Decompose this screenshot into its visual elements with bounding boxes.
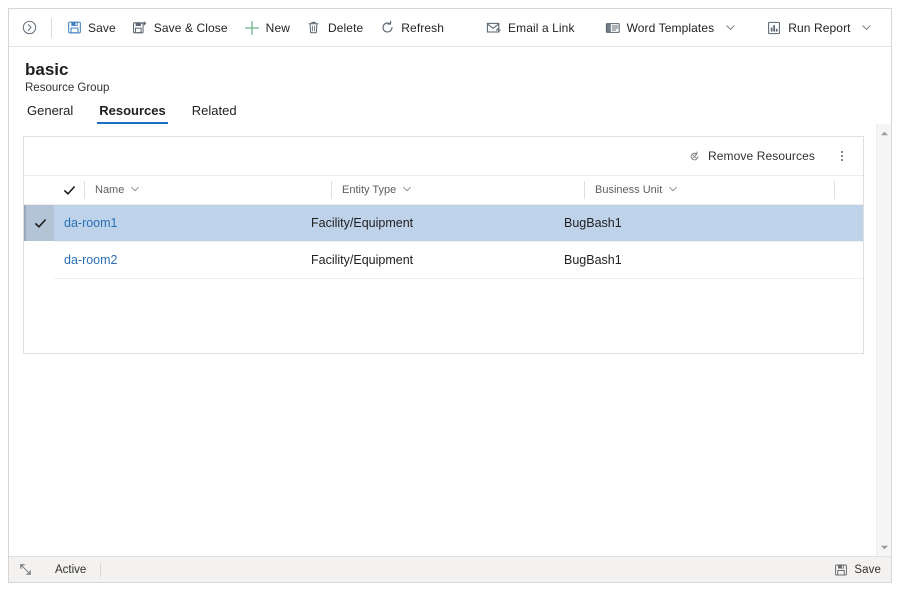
chevron-down-icon[interactable]: [402, 184, 412, 197]
refresh-button[interactable]: Refresh: [371, 13, 452, 43]
remove-resources-button-label: Remove Resources: [708, 149, 815, 163]
new-button-label: New: [265, 20, 290, 35]
subgrid-command-bar: Remove Resources: [24, 137, 863, 175]
column-header-business-unit[interactable]: Business Unit: [584, 181, 834, 199]
run-report-button[interactable]: Run Report: [758, 13, 880, 43]
status-bar-save-label: Save: [854, 563, 881, 576]
scroll-down-arrow-icon[interactable]: [877, 541, 892, 553]
status-badge: Active: [55, 562, 102, 577]
form-body: Remove Resources Name Entity Type Busine…: [9, 124, 891, 556]
checkmark-icon: [63, 185, 75, 195]
back-circle-button[interactable]: [15, 13, 43, 43]
tab-resources[interactable]: Resources: [97, 103, 169, 124]
tab-strip: General Resources Related: [9, 94, 891, 124]
form-content-area: Remove Resources Name Entity Type Busine…: [9, 124, 876, 556]
grid-rows: da-room1 Facility/Equipment BugBash1 da-…: [24, 205, 863, 353]
column-header-business-unit-label: Business Unit: [595, 184, 663, 196]
select-all-checkbox[interactable]: [54, 184, 84, 197]
subgrid-overflow-button[interactable]: [829, 142, 855, 170]
scroll-up-arrow-icon[interactable]: [877, 127, 892, 139]
tab-related[interactable]: Related: [190, 103, 239, 124]
record-header: basic Resource Group: [9, 47, 891, 94]
word-templates-button-label: Word Templates: [626, 20, 715, 35]
run-report-button-label: Run Report: [788, 20, 851, 35]
row-checkbox[interactable]: [24, 205, 54, 241]
new-button[interactable]: New: [236, 13, 298, 43]
checkmark-icon: [34, 218, 46, 228]
email-link-icon: [486, 20, 502, 36]
back-circle-icon: [21, 20, 37, 36]
cell-entity-type: Facility/Equipment: [311, 216, 414, 230]
trash-icon: [306, 20, 322, 36]
command-bar-divider: [51, 17, 52, 38]
resize-grip-icon[interactable]: [17, 562, 33, 578]
cell-name-link[interactable]: da-room1: [54, 216, 301, 230]
table-row[interactable]: da-room2 Facility/Equipment BugBash1: [24, 242, 863, 278]
page-title: basic: [25, 60, 69, 79]
run-report-icon: [766, 20, 782, 36]
column-header-name-label: Name: [95, 184, 125, 196]
plus-icon: [244, 20, 260, 36]
row-divider: [54, 278, 863, 279]
chevron-down-icon[interactable]: [668, 184, 678, 197]
remove-resources-button[interactable]: Remove Resources: [678, 142, 823, 170]
save-and-close-button-label: Save & Close: [153, 20, 228, 35]
save-floppy-icon: [833, 562, 849, 578]
save-button-label: Save: [88, 20, 116, 35]
status-bar: Active Save: [9, 556, 891, 582]
delete-button-label: Delete: [327, 20, 364, 35]
vertical-scrollbar[interactable]: [876, 124, 891, 556]
chevron-down-icon[interactable]: [861, 22, 873, 34]
delete-button[interactable]: Delete: [298, 13, 371, 43]
column-header-name[interactable]: Name: [84, 181, 331, 199]
cell-business-unit: BugBash1: [564, 216, 622, 230]
tab-general[interactable]: General: [25, 103, 75, 124]
resources-subgrid-card: Remove Resources Name Entity Type Busine…: [23, 136, 864, 354]
chevron-down-icon[interactable]: [130, 184, 140, 197]
cell-business-unit: BugBash1: [564, 253, 622, 267]
remove-resources-icon: [686, 148, 702, 164]
save-close-icon: [132, 20, 148, 36]
word-template-icon: [605, 20, 621, 36]
refresh-button-label: Refresh: [401, 20, 444, 35]
command-bar: Save Save & Close New Delete Refresh Ema…: [9, 9, 891, 47]
cell-name-link[interactable]: da-room2: [54, 253, 301, 267]
scrollbar-thumb[interactable]: [877, 139, 892, 541]
grid-header-row: Name Entity Type Business Unit: [24, 175, 863, 205]
table-row[interactable]: da-room1 Facility/Equipment BugBash1: [24, 205, 863, 241]
chevron-down-icon[interactable]: [724, 22, 736, 34]
more-vertical-icon: [834, 148, 850, 164]
refresh-icon: [379, 20, 395, 36]
save-floppy-icon: [66, 20, 82, 36]
record-window: Save Save & Close New Delete Refresh Ema…: [8, 8, 892, 583]
column-header-entity-type-label: Entity Type: [342, 184, 397, 196]
cell-entity-type: Facility/Equipment: [311, 253, 414, 267]
status-bar-save-button[interactable]: Save: [833, 562, 881, 578]
word-templates-button[interactable]: Word Templates: [597, 13, 745, 43]
status-bar-left: Active: [17, 562, 102, 578]
email-a-link-button[interactable]: Email a Link: [478, 13, 583, 43]
row-checkbox[interactable]: [24, 242, 54, 278]
save-and-close-button[interactable]: Save & Close: [124, 13, 236, 43]
column-header-entity-type[interactable]: Entity Type: [331, 181, 584, 199]
column-header-spacer: [834, 181, 847, 199]
record-type-label: Resource Group: [25, 82, 110, 94]
email-a-link-button-label: Email a Link: [508, 20, 575, 35]
save-button[interactable]: Save: [58, 13, 124, 43]
